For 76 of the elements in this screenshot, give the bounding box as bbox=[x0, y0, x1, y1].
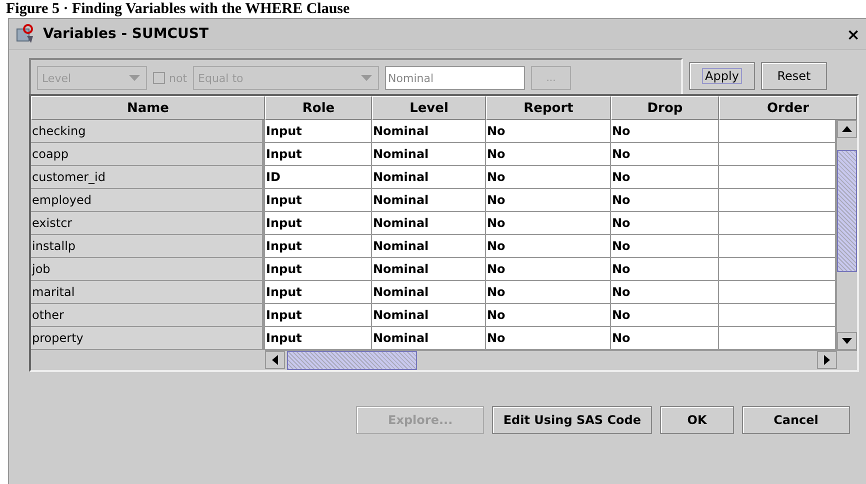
table-cell: Nominal bbox=[372, 166, 486, 189]
column-header[interactable]: Drop bbox=[611, 96, 719, 120]
table-cell: Nominal bbox=[372, 143, 486, 166]
close-button[interactable]: × bbox=[846, 24, 860, 44]
table-cell: Nominal bbox=[372, 120, 486, 143]
left-arrow-icon[interactable] bbox=[272, 355, 278, 365]
table-cell: Input bbox=[265, 281, 372, 304]
table-cell: Input bbox=[265, 327, 372, 350]
table-cell: No bbox=[611, 143, 719, 166]
column-header[interactable]: Report bbox=[486, 96, 611, 120]
table-cell: No bbox=[486, 304, 611, 327]
table-cell: Input bbox=[265, 304, 372, 327]
window-icon bbox=[15, 24, 35, 44]
ok-button[interactable]: OK bbox=[660, 406, 734, 434]
edit-code-button[interactable]: Edit Using SAS Code bbox=[492, 406, 652, 434]
table-cell: employed bbox=[31, 189, 265, 212]
cancel-button[interactable]: Cancel bbox=[742, 406, 850, 434]
column-header[interactable]: Order bbox=[719, 96, 857, 120]
down-arrow-icon[interactable] bbox=[842, 338, 852, 344]
table-cell: No bbox=[611, 166, 719, 189]
table-cell: No bbox=[611, 189, 719, 212]
table-cell: coapp bbox=[31, 143, 265, 166]
table-cell: No bbox=[486, 212, 611, 235]
caret-icon bbox=[129, 75, 140, 81]
table-cell: customer_id bbox=[31, 166, 265, 189]
table-cell: Nominal bbox=[372, 212, 486, 235]
table-cell: Nominal bbox=[372, 189, 486, 212]
reset-button[interactable]: Reset bbox=[761, 62, 827, 90]
scroll-thumb[interactable] bbox=[287, 351, 417, 370]
table-cell: installp bbox=[31, 235, 265, 258]
right-arrow-icon[interactable] bbox=[824, 355, 830, 365]
table-cell: No bbox=[486, 235, 611, 258]
table-cell: No bbox=[611, 212, 719, 235]
horizontal-scrollbar[interactable] bbox=[265, 350, 857, 370]
table-cell: No bbox=[611, 258, 719, 281]
table-cell: No bbox=[611, 304, 719, 327]
table-cell: No bbox=[486, 166, 611, 189]
apply-button[interactable]: Apply bbox=[689, 62, 755, 90]
table-cell: Input bbox=[265, 212, 372, 235]
table-cell: No bbox=[486, 258, 611, 281]
table-cell: Input bbox=[265, 143, 372, 166]
table-cell: No bbox=[486, 327, 611, 350]
table-cell: No bbox=[486, 120, 611, 143]
table-cell: other bbox=[31, 304, 265, 327]
column-header[interactable]: Role bbox=[265, 96, 372, 120]
table-cell: No bbox=[611, 120, 719, 143]
table-cell: Input bbox=[265, 189, 372, 212]
table-cell: Nominal bbox=[372, 281, 486, 304]
value-field[interactable]: Nominal bbox=[385, 66, 526, 90]
table-cell: Nominal bbox=[372, 235, 486, 258]
table-cell: marital bbox=[31, 281, 265, 304]
table-cell: ID bbox=[265, 166, 372, 189]
table-cell: No bbox=[486, 281, 611, 304]
table-cell: Nominal bbox=[372, 258, 486, 281]
table-cell: Input bbox=[265, 258, 372, 281]
table-cell: No bbox=[486, 189, 611, 212]
scroll-thumb[interactable] bbox=[837, 150, 857, 272]
up-arrow-icon[interactable] bbox=[842, 126, 852, 132]
caret-icon bbox=[361, 75, 372, 81]
table-cell: No bbox=[486, 143, 611, 166]
table-cell: existcr bbox=[31, 212, 265, 235]
column-header[interactable]: Level bbox=[372, 96, 486, 120]
table-cell: Nominal bbox=[372, 327, 486, 350]
figure-caption: Figure 5 · Finding Variables with the WHERE Clause bbox=[5, 0, 351, 18]
table-cell: Input bbox=[265, 120, 372, 143]
table-cell: Nominal bbox=[372, 304, 486, 327]
table-cell: No bbox=[611, 281, 719, 304]
table-cell: property bbox=[31, 327, 265, 350]
table-cell: Input bbox=[265, 235, 372, 258]
column-header[interactable]: Name bbox=[31, 96, 265, 120]
table-cell: checking bbox=[31, 120, 265, 143]
vertical-scrollbar[interactable] bbox=[836, 120, 857, 350]
table-cell: job bbox=[31, 258, 265, 281]
table-cell: No bbox=[611, 327, 719, 350]
window-title: Variables - SUMCUST bbox=[43, 26, 210, 42]
table-cell: No bbox=[611, 235, 719, 258]
